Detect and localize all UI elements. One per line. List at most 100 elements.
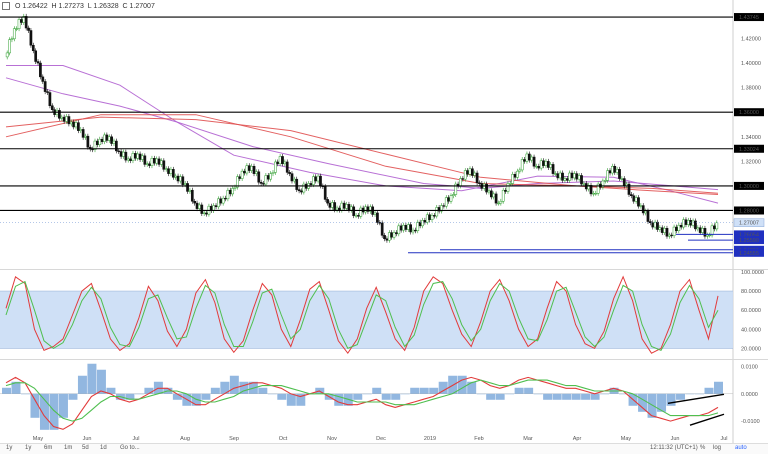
- candle-down: [383, 235, 386, 239]
- candle-down: [300, 190, 303, 193]
- candle-up: [231, 188, 235, 195]
- candle-down: [390, 232, 394, 238]
- macd-histogram-bar: [353, 393, 363, 400]
- macd-histogram-bar: [20, 393, 30, 395]
- candle-down: [679, 224, 683, 228]
- candle-down: [200, 204, 204, 214]
- candle-up: [226, 189, 230, 200]
- candle-down: [186, 183, 189, 192]
- log-toggle[interactable]: log: [713, 445, 721, 451]
- macd-histogram-bar: [144, 387, 154, 394]
- candle-down: [475, 172, 479, 184]
- candle-up: [316, 175, 320, 182]
- macd-histogram-bar: [524, 387, 534, 394]
- candle-down: [378, 222, 382, 224]
- macd-histogram-bar: [676, 393, 686, 400]
- candle-down: [523, 159, 526, 162]
- ohlc-header: O 1.26422 H 1.27273 L 1.26328 C 1.27007: [2, 2, 155, 10]
- candle-up: [278, 156, 282, 165]
- candle-up: [198, 204, 201, 209]
- macd-histogram-bar: [552, 393, 562, 400]
- candle-down: [546, 161, 550, 168]
- candle-up: [573, 173, 576, 179]
- macd-histogram-bar: [590, 393, 600, 400]
- forex-chart[interactable]: 1.42000 1.40000 1.38000 1.34000 1.32000 1.280…: [0, 0, 768, 453]
- candle-down: [171, 169, 175, 178]
- candle-down: [478, 182, 481, 184]
- macd-histogram-bar: [210, 387, 220, 394]
- candle-down: [423, 220, 427, 223]
- price-tick-label: 1.40000: [741, 61, 761, 67]
- candle-up: [499, 201, 503, 204]
- macd-histogram-bar: [68, 393, 78, 400]
- candle-down: [31, 44, 35, 52]
- candle-down: [414, 229, 417, 232]
- candle-up: [60, 116, 64, 119]
- candle-up: [5, 52, 9, 58]
- candle-down: [193, 201, 197, 204]
- candle-up: [271, 172, 275, 174]
- chart-window: 1.42000 1.40000 1.38000 1.34000 1.32000 1.280…: [0, 0, 768, 454]
- candle-up: [411, 229, 415, 233]
- candle-up: [568, 172, 572, 181]
- candle-up: [233, 186, 237, 189]
- macd-histogram-bar: [457, 375, 467, 394]
- candle-down: [404, 224, 408, 230]
- range-button-5d[interactable]: 5d: [82, 445, 89, 451]
- candle-up: [539, 160, 543, 169]
- candle-down: [39, 62, 42, 78]
- candle-up: [12, 28, 16, 40]
- candle-up: [620, 178, 624, 180]
- range-button-1d[interactable]: 1d: [100, 445, 107, 451]
- auto-toggle[interactable]: auto: [735, 445, 747, 451]
- candle-down: [703, 228, 707, 237]
- macd-histogram-bar: [87, 363, 97, 394]
- candle-down: [252, 166, 256, 174]
- candle-down: [561, 172, 564, 181]
- macd-histogram-bar: [562, 393, 572, 400]
- candle-down: [409, 224, 413, 233]
- macd-tick-label: 0.0000: [741, 392, 758, 398]
- date-tick-label: Apr: [573, 436, 582, 442]
- candle-down: [494, 193, 498, 204]
- candle-up: [691, 220, 695, 226]
- candle-down: [551, 164, 555, 174]
- candle-down: [247, 165, 251, 171]
- goto-date-button[interactable]: Go to...: [120, 445, 140, 451]
- date-tick-label: Dec: [376, 436, 386, 442]
- candle-up: [508, 183, 512, 185]
- candle-up: [554, 173, 557, 175]
- date-tick-label: May: [33, 436, 44, 442]
- range-button-1y-a[interactable]: 1y: [6, 445, 12, 451]
- range-button-6m[interactable]: 6m: [44, 445, 52, 451]
- macd-histogram-bar: [704, 387, 714, 394]
- candle-down: [471, 168, 474, 176]
- macd-histogram-bar: [476, 393, 486, 395]
- candle-down: [442, 205, 446, 207]
- candle-down: [129, 158, 132, 161]
- percent-toggle[interactable]: %: [700, 445, 705, 451]
- candle-up: [577, 175, 581, 180]
- price-tick-label: 1.42000: [741, 36, 761, 42]
- candle-up: [387, 232, 391, 241]
- candle-up: [444, 197, 448, 207]
- candle-down: [665, 228, 669, 237]
- ohlc-open: O 1.26422: [14, 2, 48, 10]
- range-button-1m[interactable]: 1m: [64, 445, 72, 451]
- macd-histogram-bar: [514, 387, 524, 394]
- settings-icon[interactable]: [2, 2, 10, 10]
- candle-down: [176, 175, 180, 182]
- candle-up: [221, 197, 225, 204]
- candle-up: [468, 168, 472, 175]
- candle-down: [395, 232, 398, 235]
- candle-down: [58, 110, 61, 119]
- candle-down: [27, 27, 30, 31]
- candle-up: [8, 39, 11, 54]
- macd-histogram-bar: [685, 393, 695, 395]
- candle-up: [594, 193, 598, 195]
- macd-histogram-bar: [362, 393, 372, 395]
- level-price-label: 1.30000: [739, 184, 759, 190]
- support-price-label: 1.24555: [739, 251, 759, 257]
- bottom-toolbar: 1y 1y 6m 1m 5d 1d Go to... 12:11:32 (UTC…: [0, 443, 768, 454]
- range-button-1y-b[interactable]: 1y: [25, 445, 31, 451]
